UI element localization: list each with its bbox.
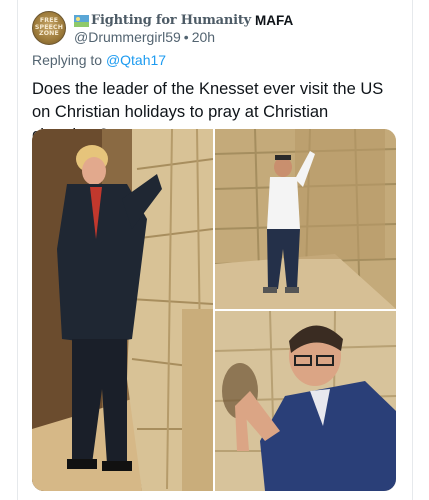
avatar-text-line-3: ZONE — [39, 30, 59, 38]
tweet-card[interactable]: FREE SPEECH ZONE Fighting for Humanity M… — [17, 0, 413, 500]
avatar[interactable]: FREE SPEECH ZONE — [32, 11, 66, 45]
reply-prefix: Replying to — [32, 52, 103, 68]
author-handle-row: @Drummergirl59 • 20h — [74, 29, 215, 45]
author-name-row[interactable]: Fighting for Humanity MAFA — [74, 11, 293, 29]
avatar-label: FREE SPEECH ZONE — [33, 17, 65, 38]
photo-grid — [32, 129, 396, 491]
photo-man-blue-suit-at-western-wall[interactable] — [32, 129, 213, 491]
reply-mention-link[interactable]: @Qtah17 — [106, 52, 166, 68]
author-display-name[interactable]: Fighting for Humanity — [91, 13, 251, 28]
flag-emoji-icon — [74, 14, 89, 27]
author-handle[interactable]: @Drummergirl59 — [74, 29, 181, 45]
handle-separator: • — [183, 29, 189, 45]
replying-to: Replying to @Qtah17 — [32, 52, 166, 68]
photo-man-white-shirt-at-western-wall[interactable] — [215, 129, 396, 309]
photo-man-glasses-at-western-wall[interactable] — [215, 311, 396, 491]
tweet-timestamp[interactable]: 20h — [192, 29, 215, 45]
author-name-suffix[interactable]: MAFA — [255, 13, 293, 28]
